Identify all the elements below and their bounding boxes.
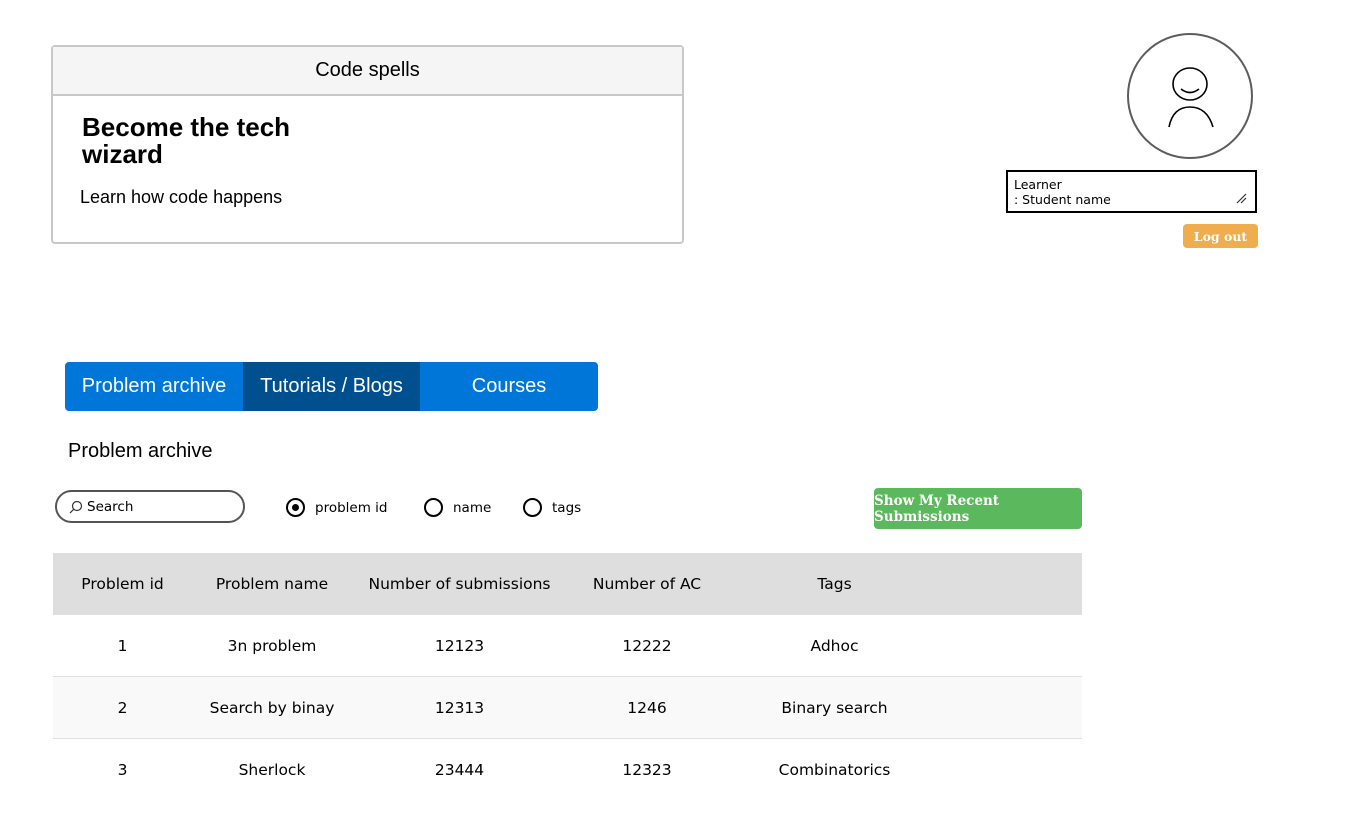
cell-submissions: 23444 <box>352 738 567 800</box>
hero-title: Become the tech wizard <box>82 112 291 169</box>
radio-button-checked[interactable] <box>286 498 305 517</box>
cell-problem-name[interactable]: Search by binay <box>192 676 352 739</box>
filter-label: problem id <box>315 499 388 516</box>
hero-card: Code spells Become the tech wizard Learn… <box>51 45 684 244</box>
table-row[interactable]: 2 Search by binay 12313 1246 Binary sear… <box>53 676 1082 739</box>
student-name: : Student name <box>1014 192 1111 207</box>
column-header: Number of AC <box>567 553 727 615</box>
learner-role: Learner <box>1014 177 1062 192</box>
column-header: Problem name <box>192 553 352 615</box>
cell-empty <box>942 676 1082 739</box>
cell-tags: Combinatorics <box>727 738 942 800</box>
cell-problem-id: 2 <box>53 676 192 739</box>
column-header-empty <box>942 553 1082 615</box>
filter-tags[interactable]: tags <box>523 498 581 517</box>
cell-ac: 12323 <box>567 738 727 800</box>
search-input[interactable] <box>87 498 227 515</box>
section-title: Problem archive <box>68 440 213 462</box>
cell-ac: 1246 <box>567 676 727 739</box>
filter-label: name <box>453 499 492 516</box>
table-row[interactable]: 1 3n problem 12123 12222 Adhoc <box>53 614 1082 677</box>
avatar[interactable] <box>1127 33 1253 159</box>
column-header: Number of submissions <box>352 553 567 615</box>
tab-courses[interactable]: Courses <box>420 362 598 411</box>
search-icon <box>69 500 83 513</box>
hero-subtitle: Learn how code happens <box>80 187 283 207</box>
cell-submissions: 12313 <box>352 676 567 739</box>
column-header: Problem id <box>53 553 192 615</box>
cell-empty <box>942 614 1082 677</box>
logout-button[interactable]: Log out <box>1183 224 1258 248</box>
cell-tags: Adhoc <box>727 614 942 677</box>
cell-tags: Binary search <box>727 676 942 739</box>
learner-textarea[interactable]: Learner : Student name <box>1006 170 1257 213</box>
search-box[interactable] <box>55 490 245 523</box>
cell-problem-name[interactable]: Sherlock <box>192 738 352 800</box>
column-header: Tags <box>727 553 942 615</box>
tab-problem-archive[interactable]: Problem archive <box>65 362 243 411</box>
tab-tutorials-blogs[interactable]: Tutorials / Blogs <box>243 362 420 411</box>
filter-label: tags <box>552 499 582 516</box>
cell-problem-name[interactable]: 3n problem <box>192 614 352 677</box>
cell-problem-id: 1 <box>53 614 192 677</box>
cell-submissions: 12123 <box>352 614 567 677</box>
table-row[interactable]: 3 Sherlock 23444 12323 Combinatorics <box>53 738 1082 800</box>
hero-header: Code spells <box>53 47 682 96</box>
main-tabs: Problem archive Tutorials / Blogs Course… <box>65 362 598 411</box>
resize-handle-icon[interactable] <box>1235 192 1247 204</box>
user-icon <box>1168 67 1214 128</box>
show-recent-submissions-button[interactable]: Show My Recent Submissions <box>874 488 1082 529</box>
problems-table: Problem id Problem name Number of submis… <box>53 553 1082 800</box>
filter-name[interactable]: name <box>424 498 491 517</box>
cell-empty <box>942 738 1082 800</box>
table-header-row: Problem id Problem name Number of submis… <box>53 553 1082 615</box>
cell-problem-id: 3 <box>53 738 192 800</box>
cell-ac: 12222 <box>567 614 727 677</box>
radio-button[interactable] <box>523 498 542 517</box>
filter-problem-id[interactable]: problem id <box>286 498 387 517</box>
radio-button[interactable] <box>424 498 443 517</box>
